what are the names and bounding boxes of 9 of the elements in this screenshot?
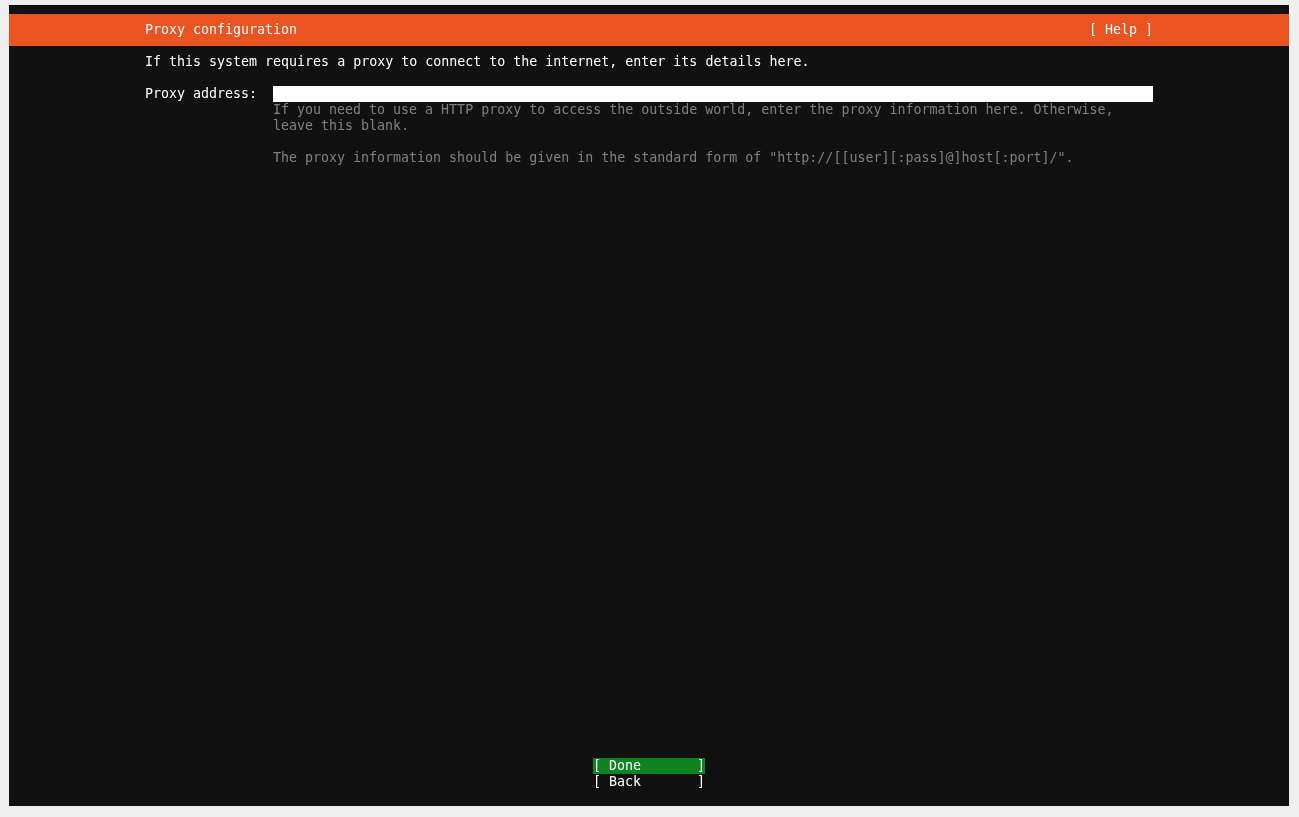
menu-button[interactable]: [ Done ] (593, 758, 705, 774)
screen-title: Proxy configuration (145, 22, 298, 38)
menu-button[interactable]: [ Back ] (593, 774, 705, 790)
help-button[interactable]: [ Help ] (1088, 22, 1153, 38)
help-text: If you need to use a HTTP proxy to access the outside world, enter the proxy information here. Otherwise, leave this blank. (273, 102, 1115, 134)
input-field[interactable] (273, 86, 1153, 102)
field-label: Proxy address: (145, 86, 257, 102)
intro-text: If this system requires a proxy to connect to the internet, enter its details here. (145, 54, 810, 70)
help-text: The proxy information should be given in the standard form of "http://[[user][:pass]@]host[:port]/". (273, 150, 1075, 166)
